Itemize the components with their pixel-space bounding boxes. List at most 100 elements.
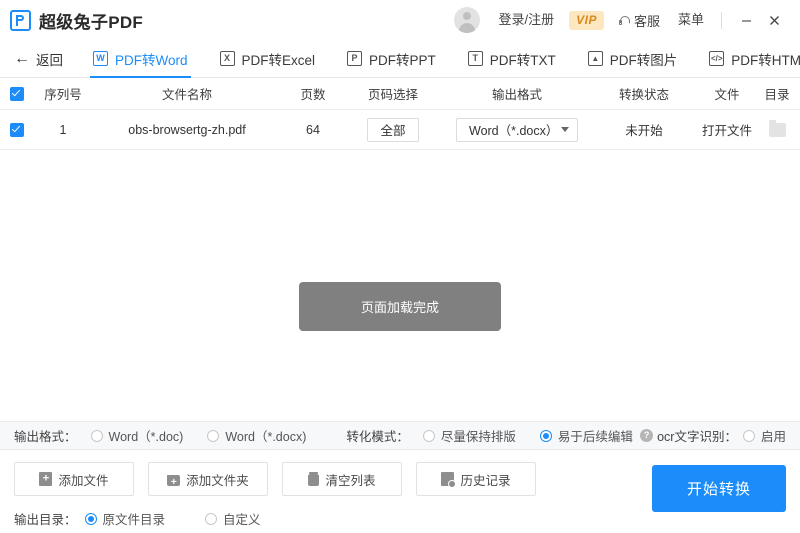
tab-pdf-to-word[interactable]: W PDF转Word	[77, 40, 204, 77]
customer-support-button[interactable]: 客服	[610, 11, 669, 30]
tab-label: PDF转Excel	[242, 49, 316, 69]
column-header-pages: 页数	[282, 84, 344, 103]
radio-selected-icon	[540, 430, 552, 442]
ocr-enable-label: 启用	[761, 426, 786, 445]
radio-icon	[423, 430, 435, 442]
history-label: 历史记录	[460, 470, 510, 489]
tab-pdf-to-ppt[interactable]: P PDF转PPT	[331, 40, 452, 77]
add-folder-label: 添加文件夹	[186, 470, 249, 489]
convert-mode-editable-label: 易于后续编辑	[558, 426, 633, 445]
convert-mode-keep-layout-option[interactable]: 尽量保持排版	[423, 426, 516, 445]
column-header-file: 文件	[696, 84, 758, 103]
table-row[interactable]: 1 obs-browsertg-zh.pdf 64 全部 Word（*.docx…	[0, 110, 800, 150]
select-all-checkbox[interactable]	[0, 87, 34, 101]
customer-support-label: 客服	[634, 11, 660, 30]
toast-message: 页面加载完成	[299, 282, 501, 331]
start-convert-button[interactable]: 开始转换	[652, 465, 786, 512]
app-title: 超级兔子PDF	[39, 8, 143, 33]
column-header-seq: 序列号	[34, 84, 92, 103]
login-register-link[interactable]: 登录/注册	[490, 0, 564, 40]
convert-mode-editable-option[interactable]: 易于后续编辑	[540, 426, 633, 445]
tab-label: PDF转HTML	[731, 49, 800, 69]
menu-button[interactable]: 菜单	[669, 0, 713, 40]
output-format-docx-label: Word（*.docx)	[225, 426, 306, 445]
output-dir-source-option[interactable]: 原文件目录	[85, 509, 166, 528]
image-icon: ▲	[588, 51, 603, 66]
file-list-area: 页面加载完成	[0, 150, 800, 421]
file-table-header: 序列号 文件名称 页数 页码选择 输出格式 转换状态 文件 目录 移除	[0, 78, 800, 110]
add-folder-button[interactable]: 添加文件夹	[148, 462, 268, 496]
radio-selected-icon	[85, 513, 97, 525]
back-arrow-icon: ←	[14, 51, 30, 67]
txt-icon: T	[468, 51, 483, 66]
trash-icon	[308, 473, 319, 486]
row-checkbox[interactable]	[0, 123, 34, 137]
add-file-button[interactable]: 添加文件	[14, 462, 134, 496]
row-status: 未开始	[592, 120, 696, 139]
close-button[interactable]	[760, 6, 788, 34]
app-logo-icon	[10, 10, 31, 31]
history-button[interactable]: 历史记录	[416, 462, 536, 496]
add-file-label: 添加文件	[58, 470, 108, 489]
tab-pdf-to-html[interactable]: </> PDF转HTML	[693, 40, 800, 77]
tab-bar: ← 返回 W PDF转Word X PDF转Excel P PDF转PPT T …	[0, 40, 800, 78]
tab-label: PDF转TXT	[490, 49, 556, 69]
word-icon: W	[93, 51, 108, 66]
output-format-doc-label: Word（*.doc)	[109, 426, 184, 445]
page-range-label: 全部	[367, 118, 419, 142]
add-file-icon	[39, 472, 52, 486]
radio-icon	[207, 430, 219, 442]
checkbox-checked-icon	[10, 87, 24, 101]
folder-icon	[769, 123, 786, 137]
back-button[interactable]: ← 返回	[10, 40, 77, 77]
minimize-button[interactable]	[732, 6, 760, 34]
row-page-range-button[interactable]: 全部	[344, 118, 442, 142]
clear-list-button[interactable]: 清空列表	[282, 462, 402, 496]
ppt-icon: P	[347, 51, 362, 66]
tab-label: PDF转Word	[115, 49, 188, 69]
tab-label: PDF转图片	[610, 49, 678, 69]
output-dir-custom-option[interactable]: 自定义	[205, 509, 261, 528]
headset-icon	[619, 15, 631, 26]
output-directory-label: 输出目录：	[14, 509, 77, 528]
column-header-name: 文件名称	[92, 84, 282, 103]
output-format-docx-option[interactable]: Word（*.docx)	[207, 426, 306, 445]
output-format-doc-option[interactable]: Word（*.doc)	[91, 426, 184, 445]
vip-badge[interactable]: VIP	[569, 11, 604, 30]
ocr-enable-option[interactable]: 启用	[743, 426, 786, 445]
radio-icon	[205, 513, 217, 525]
output-dir-source-label: 原文件目录	[103, 509, 166, 528]
tab-pdf-to-txt[interactable]: T PDF转TXT	[452, 40, 572, 77]
tab-pdf-to-excel[interactable]: X PDF转Excel	[204, 40, 332, 77]
radio-icon	[91, 430, 103, 442]
row-seq: 1	[34, 123, 92, 137]
row-file-name: obs-browsertg-zh.pdf	[92, 123, 282, 137]
row-format-select[interactable]: Word（*.docx）	[442, 118, 592, 142]
clear-list-label: 清空列表	[325, 470, 375, 489]
row-remove-button[interactable]	[796, 121, 800, 138]
ocr-label: ocr文字识别：	[657, 426, 737, 445]
action-area: 添加文件 添加文件夹 清空列表 历史记录 输出目录： 原文件目录	[0, 450, 800, 533]
tab-pdf-to-image[interactable]: ▲ PDF转图片	[572, 40, 694, 77]
column-header-format: 输出格式	[442, 84, 592, 103]
column-header-status: 转换状态	[592, 84, 696, 103]
chevron-down-icon	[561, 127, 569, 132]
tab-label: PDF转PPT	[369, 49, 436, 69]
format-select-value: Word（*.docx）	[469, 120, 555, 139]
settings-bar: 输出格式： Word（*.doc) Word（*.docx) 转化模式： 尽量保…	[0, 421, 800, 450]
column-header-remove: 移除	[796, 84, 800, 103]
history-icon	[441, 472, 454, 486]
output-format-label: 输出格式：	[14, 426, 77, 445]
add-folder-icon	[167, 475, 180, 486]
titlebar-divider	[721, 12, 722, 29]
html-icon: </>	[709, 51, 724, 66]
row-open-file-link[interactable]: 打开文件	[696, 120, 758, 139]
help-icon[interactable]: ?	[640, 429, 653, 442]
column-header-dir: 目录	[758, 84, 796, 103]
convert-mode-keep-layout-label: 尽量保持排版	[441, 426, 516, 445]
row-open-directory-button[interactable]	[758, 123, 796, 137]
titlebar-actions: 登录/注册 VIP 客服 菜单	[454, 0, 789, 40]
format-select[interactable]: Word（*.docx）	[456, 118, 578, 142]
avatar[interactable]	[454, 7, 480, 33]
radio-icon	[743, 430, 755, 442]
